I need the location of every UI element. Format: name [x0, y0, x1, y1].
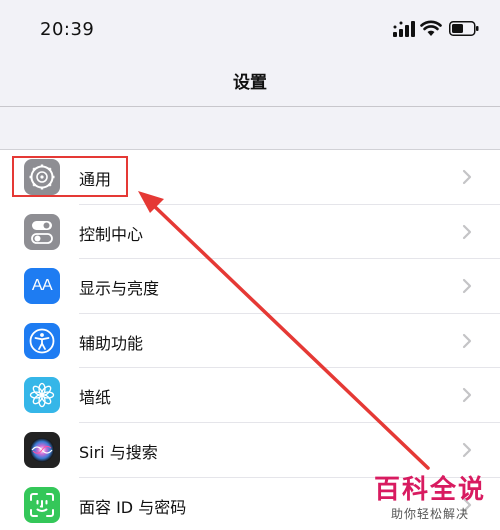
settings-item-control-center[interactable]: 控制中心 [0, 205, 500, 260]
settings-item-label: 墙纸 [79, 388, 112, 408]
status-bar: 20:39 [0, 0, 500, 58]
settings-item-label: 控制中心 [79, 224, 144, 244]
chevron-right-icon [462, 279, 472, 294]
settings-item-label: Siri 与搜索 [79, 442, 158, 462]
text-size-glyph: AA [31, 277, 53, 295]
chevron-right-icon [462, 224, 472, 239]
battery-icon [449, 21, 479, 36]
settings-item-siri-search[interactable]: Siri 与搜索 [0, 423, 500, 478]
settings-item-label: 辅助功能 [79, 333, 144, 353]
toggle-icon [24, 213, 60, 250]
face-id-icon [24, 486, 60, 523]
settings-item-general[interactable]: 通用 [0, 150, 500, 205]
watermark-subtitle: 助你轻松解决 [390, 507, 469, 521]
settings-item-label: 显示与亮度 [79, 279, 160, 299]
settings-item-accessibility[interactable]: 辅助功能 [0, 314, 500, 369]
settings-list: 通用 控制中心 AA 显示与亮度 辅助功能 墙纸 Siri 与搜索 面容 ID … [0, 150, 500, 530]
gear-icon [24, 159, 60, 195]
settings-item-label: 面容 ID 与密码 [79, 497, 187, 517]
settings-item-label: 通用 [79, 170, 112, 189]
page-title: 设置 [233, 73, 267, 93]
wifi-icon [420, 20, 442, 36]
status-time: 20:39 [40, 19, 95, 40]
text-size-icon: AA [24, 268, 60, 305]
chevron-right-icon [462, 333, 472, 348]
chevron-right-icon [462, 388, 472, 403]
settings-item-display-brightness[interactable]: AA 显示与亮度 [0, 259, 500, 314]
watermark-title: 百科全说 [373, 475, 486, 505]
settings-item-wallpaper[interactable]: 墙纸 [0, 368, 500, 423]
signal-icon [393, 21, 415, 37]
flower-icon [24, 377, 60, 414]
chevron-right-icon [462, 442, 472, 458]
siri-icon [24, 431, 60, 468]
watermark-logo: 百科全说 助你轻松解决 [374, 475, 486, 522]
chevron-right-icon [462, 169, 472, 185]
nav-divider [0, 106, 500, 107]
settings-screen: 20:39 设置 通用 控制中心 AA 显示与亮度 辅助功能 墙纸 Siri 与… [0, 0, 500, 530]
accessibility-icon [24, 322, 60, 359]
